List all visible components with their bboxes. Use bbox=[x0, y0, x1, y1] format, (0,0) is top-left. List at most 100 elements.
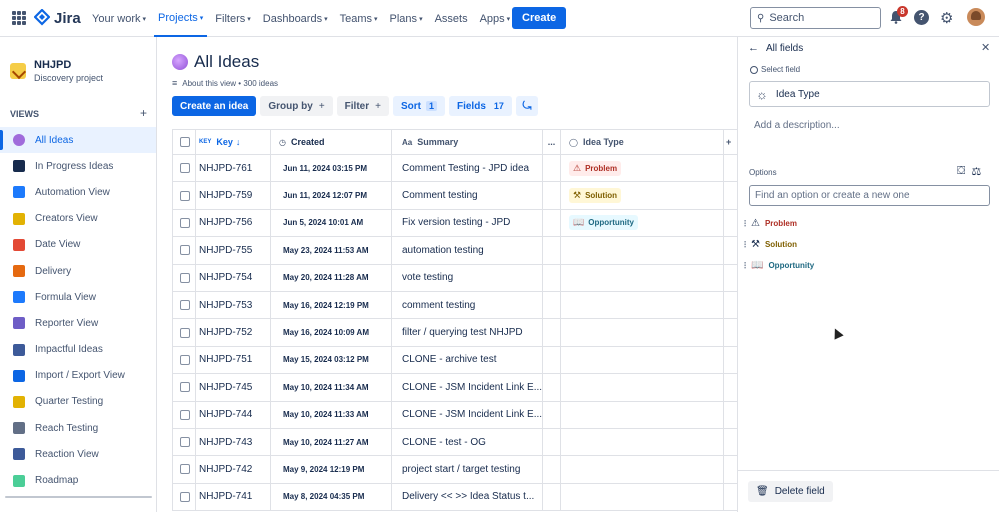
row-checkbox[interactable] bbox=[180, 190, 190, 201]
search-input[interactable]: ⚲ Search bbox=[750, 7, 881, 29]
summary-column-header[interactable]: Aa Summary bbox=[392, 129, 543, 155]
drag-handle-icon[interactable]: ⋮ bbox=[741, 219, 749, 228]
sidebar-item-impactful-ideas[interactable]: Impactful Ideas bbox=[0, 337, 156, 363]
table-row[interactable]: NHJPD-751 May 15, 2024 03:12 PM CLONE - ar… bbox=[172, 346, 737, 375]
idea-summary[interactable]: CLONE - test - OG bbox=[392, 428, 543, 456]
nav-item-filters[interactable]: Filters ▾ bbox=[211, 0, 254, 37]
page-title[interactable]: All Ideas bbox=[194, 52, 259, 72]
about-view-link[interactable]: About this view bbox=[182, 79, 236, 88]
table-row[interactable]: NHJPD-753 May 16, 2024 12:19 PM comment te… bbox=[172, 291, 737, 320]
created-column-header[interactable]: ◷ Created bbox=[271, 129, 392, 155]
idea-type-cell[interactable] bbox=[561, 291, 724, 319]
balance-scale-icon[interactable]: ⚖ bbox=[971, 165, 981, 178]
row-checkbox[interactable] bbox=[180, 272, 190, 283]
create-idea-button[interactable]: Create an idea bbox=[172, 96, 257, 116]
group-by-button[interactable]: Group by + bbox=[260, 96, 333, 116]
idea-summary[interactable]: automation testing bbox=[392, 237, 543, 264]
nav-item-plans[interactable]: Plans ▾ bbox=[386, 0, 427, 37]
drag-handle-icon[interactable]: ⋮ bbox=[741, 240, 749, 249]
idea-type-cell[interactable] bbox=[561, 456, 724, 483]
table-row[interactable]: NHJPD-744 May 10, 2024 11:33 AM CLONE - JS… bbox=[172, 401, 737, 429]
table-row[interactable]: NHJPD-752 May 16, 2024 10:09 AM filter / q… bbox=[172, 319, 737, 347]
sort-button[interactable]: Sort 1 bbox=[392, 96, 445, 116]
row-checkbox[interactable] bbox=[180, 354, 190, 365]
row-checkbox[interactable] bbox=[180, 245, 190, 256]
idea-globe-icon[interactable] bbox=[172, 54, 188, 70]
sidebar-item-all-ideas[interactable]: All Ideas bbox=[0, 127, 156, 154]
add-column-icon[interactable]: + bbox=[724, 129, 737, 155]
nav-item-projects[interactable]: Projects ▾ bbox=[154, 0, 208, 37]
paint-bucket-icon[interactable]: ⛋ bbox=[957, 165, 965, 178]
row-checkbox[interactable] bbox=[180, 491, 190, 502]
idea-key[interactable]: NHJPD-742 bbox=[196, 456, 271, 483]
nav-item-your-work[interactable]: Your work ▾ bbox=[88, 0, 150, 37]
idea-type-cell[interactable] bbox=[561, 346, 724, 374]
sidebar-item-in-progress-ideas[interactable]: In Progress Ideas bbox=[0, 153, 156, 179]
table-row[interactable]: NHJPD-756 Jun 5, 2024 10:01 AM Fix version… bbox=[172, 209, 737, 238]
idea-key[interactable]: NHJPD-755 bbox=[196, 237, 271, 264]
idea-summary[interactable]: Comment Testing - JPD idea bbox=[392, 155, 543, 182]
nav-item-dashboards[interactable]: Dashboards ▾ bbox=[259, 0, 332, 37]
table-row[interactable]: NHJPD-754 May 20, 2024 11:28 AM vote testi… bbox=[172, 264, 737, 292]
idea-type-cell[interactable] bbox=[561, 319, 724, 346]
idea-key[interactable]: NHJPD-751 bbox=[196, 346, 271, 374]
idea-summary[interactable]: Fix version testing - JPD bbox=[392, 209, 543, 237]
filter-button[interactable]: Filter + bbox=[336, 96, 389, 116]
sidebar-item-formula-view[interactable]: Formula View bbox=[0, 284, 156, 310]
idea-summary[interactable]: filter / querying test NHJPD bbox=[392, 319, 543, 346]
drag-handle-icon[interactable]: ⋮ bbox=[741, 261, 749, 270]
idea-summary[interactable]: vote testing bbox=[392, 264, 543, 291]
idea-key[interactable]: NHJPD-743 bbox=[196, 428, 271, 456]
table-row[interactable]: NHJPD-743 May 10, 2024 11:27 AM CLONE - te… bbox=[172, 428, 737, 457]
idea-summary[interactable]: CLONE - JSM Incident Link E... bbox=[392, 374, 543, 401]
all-fields-link[interactable]: All fields bbox=[766, 43, 803, 54]
help-icon[interactable]: ? bbox=[914, 10, 929, 25]
sidebar-scrollbar[interactable] bbox=[5, 496, 152, 498]
row-checkbox[interactable] bbox=[180, 327, 190, 338]
sidebar-item-quarter-testing[interactable]: Quarter Testing bbox=[0, 389, 156, 415]
sidebar-item-reaction-view[interactable]: Reaction View bbox=[0, 441, 156, 467]
idea-key[interactable]: NHJPD-744 bbox=[196, 401, 271, 428]
idea-key[interactable]: NHJPD-753 bbox=[196, 291, 271, 319]
field-name-input[interactable]: ☼ Idea Type bbox=[749, 81, 990, 107]
row-checkbox[interactable] bbox=[180, 437, 190, 448]
nav-item-apps[interactable]: Apps ▾ bbox=[476, 0, 515, 37]
column-more-header[interactable]: ... bbox=[543, 129, 561, 155]
idea-key[interactable]: NHJPD-745 bbox=[196, 374, 271, 401]
idea-key[interactable]: NHJPD-759 bbox=[196, 182, 271, 209]
option-search-input[interactable]: Find an option or create a new one bbox=[749, 185, 990, 206]
back-arrow-icon[interactable]: ← bbox=[748, 42, 759, 54]
nav-item-teams[interactable]: Teams ▾ bbox=[336, 0, 382, 37]
idea-type-cell[interactable] bbox=[561, 237, 724, 264]
idea-type-cell[interactable] bbox=[561, 374, 724, 401]
settings-gear-icon[interactable]: ⚙ bbox=[940, 9, 953, 27]
sidebar-item-automation-view[interactable]: Automation View bbox=[0, 179, 156, 205]
select-all-checkbox[interactable] bbox=[180, 137, 190, 147]
sidebar-item-import-export-view[interactable]: Import / Export View bbox=[0, 363, 156, 389]
idea-key[interactable]: NHJPD-756 bbox=[196, 209, 271, 237]
user-avatar[interactable] bbox=[967, 8, 985, 26]
idea-summary[interactable]: Delivery << >> Idea Status t... bbox=[392, 483, 543, 511]
idea-key[interactable]: NHJPD-754 bbox=[196, 264, 271, 291]
idea-summary[interactable]: CLONE - JSM Incident Link E... bbox=[392, 401, 543, 428]
idea-summary[interactable]: Comment testing bbox=[392, 182, 543, 209]
sidebar-item-creators-view[interactable]: Creators View bbox=[0, 206, 156, 232]
description-input[interactable]: Add a description... bbox=[754, 120, 840, 131]
idea-type-cell[interactable] bbox=[561, 483, 724, 511]
sidebar-item-reach-testing[interactable]: Reach Testing bbox=[0, 415, 156, 441]
row-checkbox[interactable] bbox=[180, 300, 190, 311]
project-header[interactable]: NHJPD Discovery project bbox=[10, 59, 103, 83]
idea-type-column-header[interactable]: ◯ Idea Type bbox=[561, 129, 724, 155]
idea-type-cell[interactable]: ⚒ Solution bbox=[561, 182, 724, 209]
table-row[interactable]: NHJPD-759 Jun 11, 2024 12:07 PM Comment te… bbox=[172, 182, 737, 210]
sidebar-item-date-view[interactable]: Date View bbox=[0, 232, 156, 258]
panel-header[interactable]: ← All fields bbox=[748, 42, 803, 54]
delete-field-button[interactable]: 🗑 Delete field bbox=[748, 481, 833, 502]
sidebar-item-reporter-view[interactable]: Reporter View bbox=[0, 310, 156, 336]
row-checkbox[interactable] bbox=[180, 464, 190, 475]
option-item[interactable]: ⋮ 📖 Opportunity bbox=[741, 255, 814, 276]
option-item[interactable]: ⋮ ⚒ Solution bbox=[741, 234, 814, 255]
idea-key[interactable]: NHJPD-761 bbox=[196, 155, 271, 182]
sidebar-item-roadmap[interactable]: Roadmap bbox=[0, 467, 156, 493]
idea-type-cell[interactable] bbox=[561, 264, 724, 291]
